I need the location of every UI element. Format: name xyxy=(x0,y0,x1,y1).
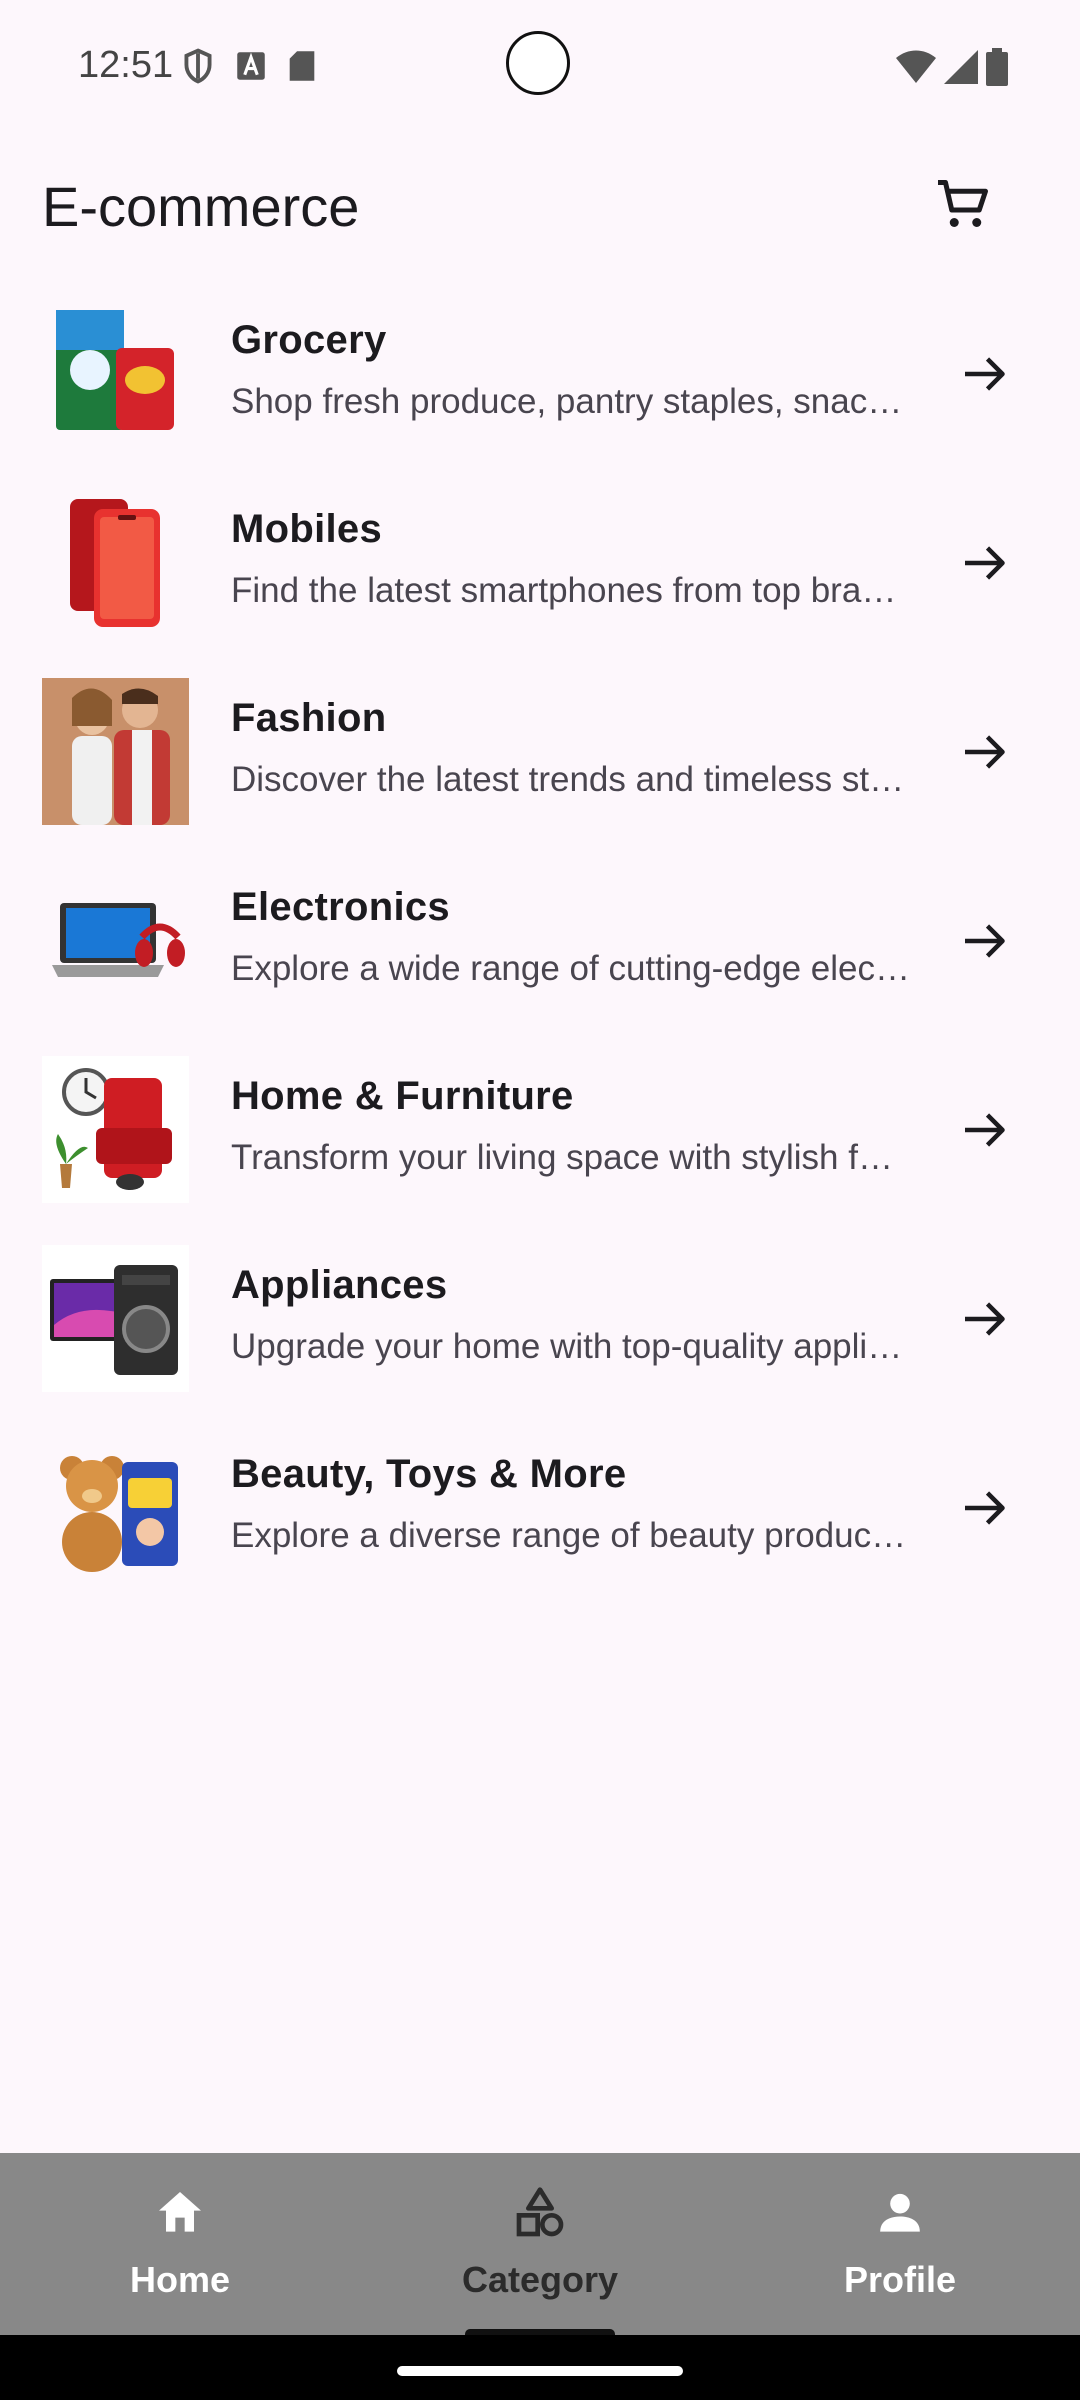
nav-label-category: Category xyxy=(461,2259,619,2300)
mobiles-image xyxy=(42,489,189,636)
list-item[interactable]: Mobiles Find the latest smartphones from… xyxy=(0,489,1080,678)
status-bar: 12:51 xyxy=(0,0,1080,130)
home-furniture-image xyxy=(42,1056,189,1203)
list-item[interactable]: Fashion Discover the latest trends and t… xyxy=(0,678,1080,867)
arrow-forward-icon xyxy=(965,924,1005,958)
item-title: Electronics xyxy=(231,885,450,929)
category-shapes-icon xyxy=(516,2187,564,2237)
app-bar: E-commerce xyxy=(0,140,1080,270)
arrow-forward-icon xyxy=(965,1491,1005,1525)
item-description: Discover the latest trends and timeless … xyxy=(231,760,911,799)
page-title: E-commerce xyxy=(42,175,360,238)
status-time: 12:51 xyxy=(78,44,174,86)
list-item[interactable]: Grocery Shop fresh produce, pantry stapl… xyxy=(0,300,1080,489)
arrow-forward-icon xyxy=(965,1302,1005,1336)
electronics-image xyxy=(42,867,189,1014)
arrow-forward-icon xyxy=(965,357,1005,391)
item-description: Shop fresh produce, pantry staples, snac… xyxy=(231,382,911,421)
appliances-image xyxy=(42,1245,189,1392)
cart-icon xyxy=(938,180,988,227)
home-icon xyxy=(159,2192,201,2232)
item-description: Explore a wide range of cutting-edge ele… xyxy=(231,949,911,988)
item-description: Transform your living space with stylish… xyxy=(231,1138,911,1177)
nav-item-profile[interactable]: Profile xyxy=(720,2153,1080,2335)
status-icons-right xyxy=(896,48,1008,86)
nav-label-profile: Profile xyxy=(843,2259,957,2300)
list-item[interactable]: Home & Furniture Transform your living s… xyxy=(0,1056,1080,1245)
grocery-image xyxy=(42,300,189,447)
wifi-icon xyxy=(896,50,936,83)
camera-cutout xyxy=(506,31,570,95)
arrow-forward-icon xyxy=(965,735,1005,769)
item-title: Grocery xyxy=(231,318,387,362)
nav-item-category[interactable]: Category xyxy=(360,2153,720,2335)
a-badge-icon xyxy=(237,52,265,80)
shield-icon xyxy=(184,48,212,84)
list-item[interactable]: Beauty, Toys & More Explore a diverse ra… xyxy=(0,1434,1080,1623)
home-gesture-handle[interactable] xyxy=(397,2366,683,2376)
list-item[interactable]: Electronics Explore a wide range of cutt… xyxy=(0,867,1080,1056)
bottom-navigation: Home Category Profile xyxy=(0,2153,1080,2335)
sd-card-icon xyxy=(289,51,315,81)
signal-icon xyxy=(944,50,978,84)
nav-item-home[interactable]: Home xyxy=(0,2153,360,2335)
item-title: Appliances xyxy=(231,1263,448,1307)
item-description: Upgrade your home with top-quality appli… xyxy=(231,1327,911,1366)
status-icons-left xyxy=(182,48,316,84)
beauty-toys-image xyxy=(42,1434,189,1581)
item-title: Fashion xyxy=(231,696,387,740)
item-title: Home & Furniture xyxy=(231,1074,574,1118)
item-description: Find the latest smartphones from top bra… xyxy=(231,571,911,610)
item-description: Explore a diverse range of beauty produc… xyxy=(231,1516,911,1555)
item-title: Mobiles xyxy=(231,507,383,551)
arrow-forward-icon xyxy=(965,1113,1005,1147)
nav-label-home: Home xyxy=(129,2259,231,2300)
arrow-forward-icon xyxy=(965,546,1005,580)
person-icon xyxy=(880,2193,920,2232)
fashion-image xyxy=(42,678,189,825)
item-title: Beauty, Toys & More xyxy=(231,1452,627,1496)
cart-button[interactable] xyxy=(928,170,998,240)
battery-icon xyxy=(986,48,1008,86)
list-item[interactable]: Appliances Upgrade your home with top-qu… xyxy=(0,1245,1080,1434)
